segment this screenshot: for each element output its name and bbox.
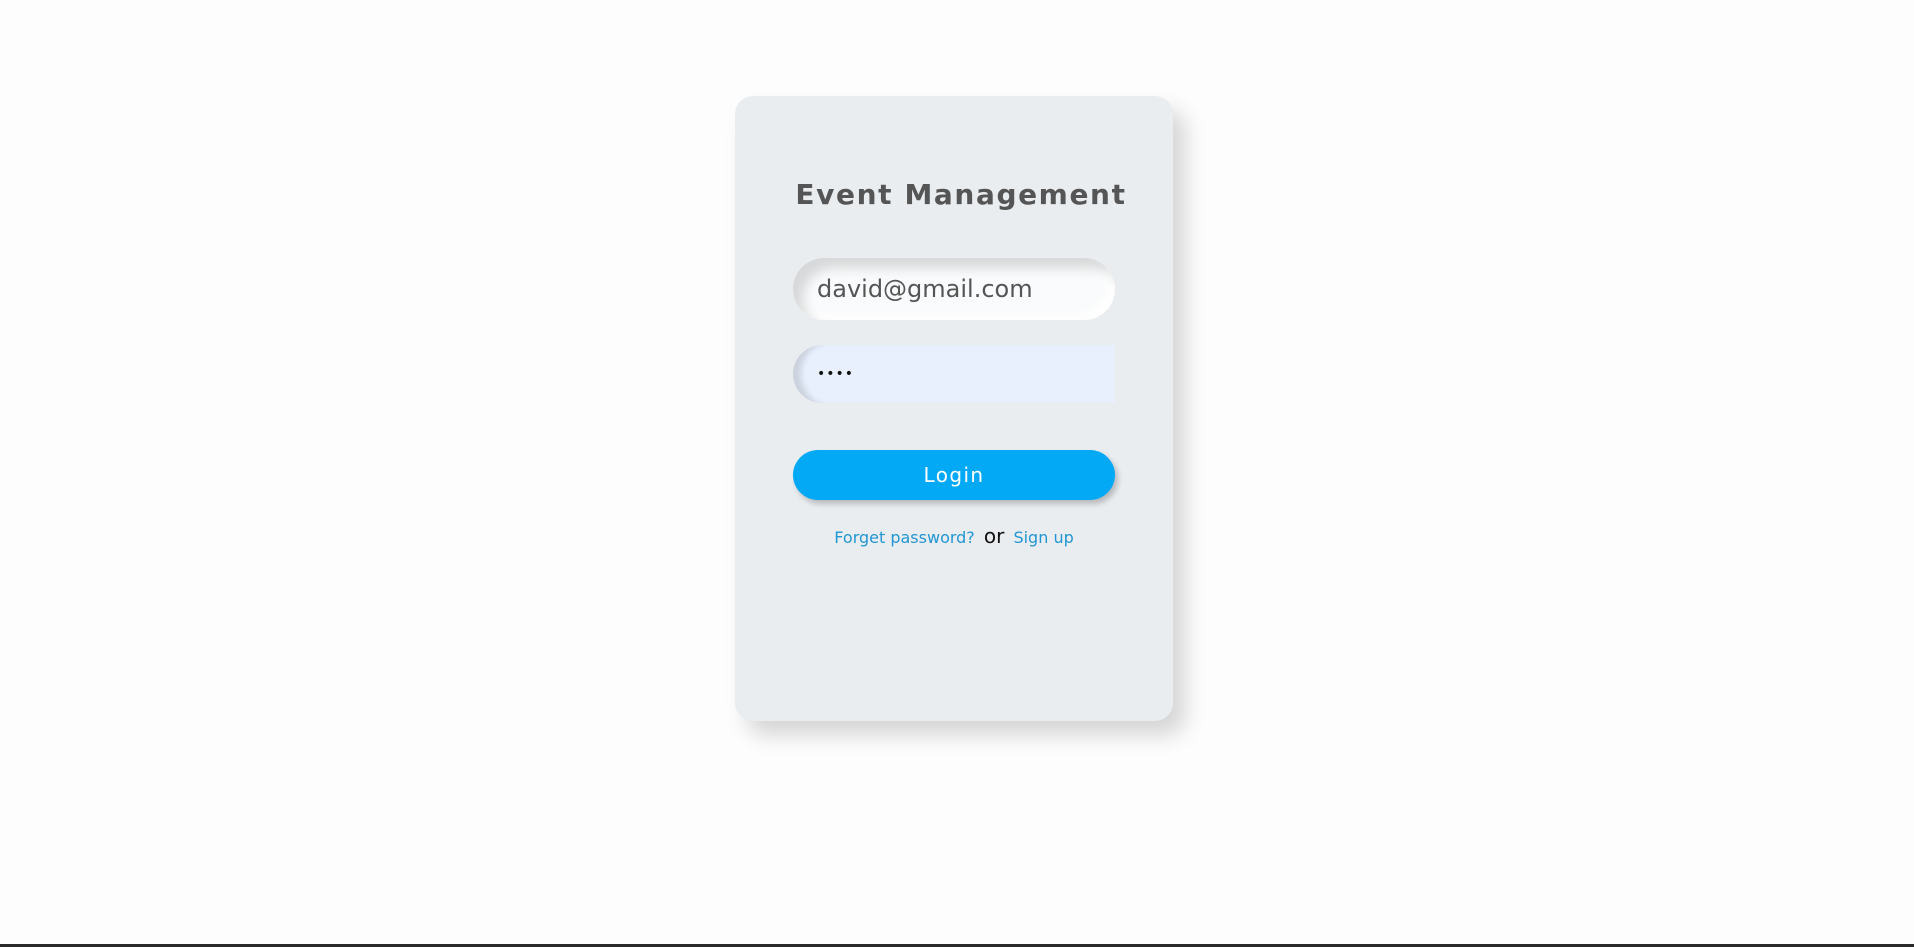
forgot-password-link[interactable]: Forget password? — [834, 528, 975, 547]
or-text: or — [983, 524, 1005, 548]
login-card: Event Management david@gmail.com •••• Lo… — [735, 96, 1173, 721]
sign-up-link[interactable]: Sign up — [1013, 528, 1073, 547]
password-value: •••• — [817, 366, 855, 382]
password-field[interactable]: •••• — [793, 345, 1115, 403]
email-value: david@gmail.com — [817, 275, 1033, 303]
page-title: Event Management — [795, 178, 1127, 211]
login-button[interactable]: Login — [793, 450, 1115, 500]
email-field[interactable]: david@gmail.com — [793, 258, 1115, 320]
page: Event Management david@gmail.com •••• Lo… — [0, 0, 1914, 947]
auth-links: Forget password? or Sign up — [735, 524, 1173, 548]
